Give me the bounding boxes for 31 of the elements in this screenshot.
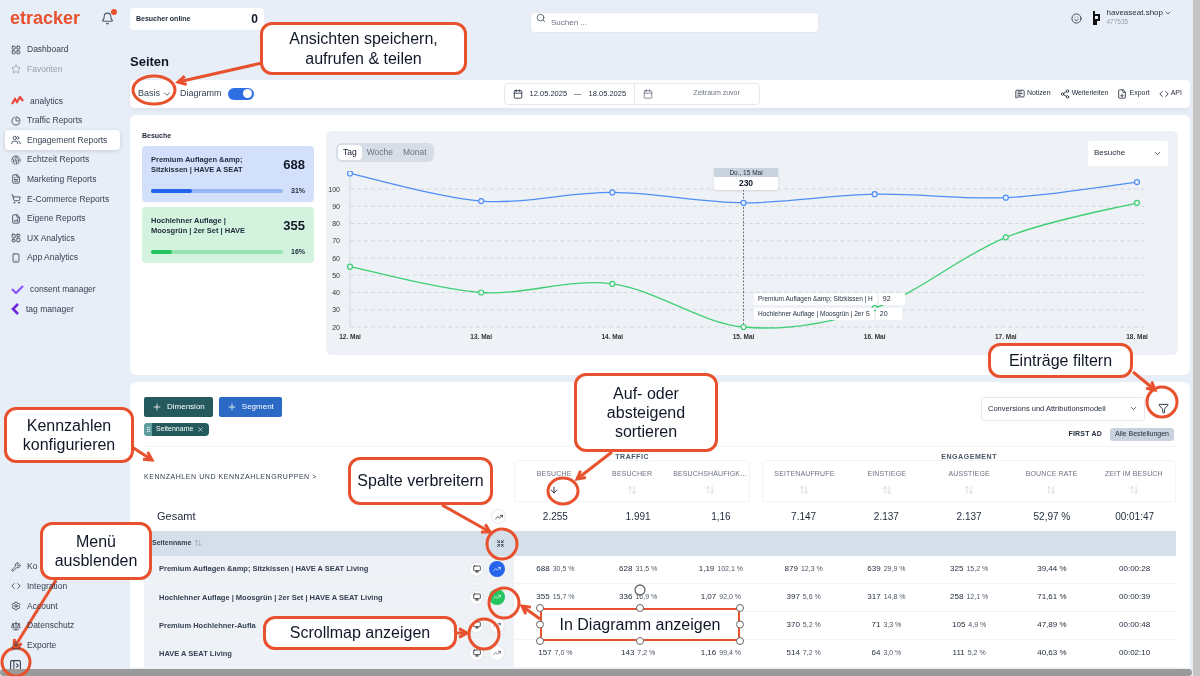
- callout: Auf- oder absteigend sortieren: [574, 373, 718, 452]
- callout: Kennzahlen konfigurieren: [4, 407, 134, 463]
- tooltip-total: 230: [738, 176, 754, 190]
- callout: Menü ausblenden: [40, 522, 152, 580]
- total-cell-text: 1,16: [710, 510, 732, 525]
- diagram-label: Diagramm: [180, 86, 222, 100]
- table-cell-text: 00:02:10: [1118, 647, 1152, 660]
- callout: In Diagramm anzeigen: [540, 608, 740, 641]
- table-cell-text: 40,63 %: [1036, 647, 1068, 660]
- summary-card-value: 355: [283, 217, 305, 235]
- total-cell-text: 52,97 %: [1032, 510, 1072, 525]
- total-cell-text: 00:01:47: [1114, 510, 1156, 525]
- table-cell-text: 00:00:39: [1118, 591, 1152, 604]
- total-cell-text: 7.147: [790, 510, 818, 525]
- callout: Scrollmap anzeigen: [263, 616, 457, 650]
- table-cell-text: 71,61 %: [1036, 591, 1068, 604]
- callout: Einträge filtern: [988, 343, 1133, 378]
- table-cell-text: 00:00:48: [1118, 619, 1152, 632]
- total-cell-text: 2.255: [541, 510, 569, 525]
- summary-card-value: 688: [283, 156, 305, 174]
- callout: Spalte verbreitern: [348, 457, 493, 505]
- callout: Ansichten speichern, aufrufen & teilen: [260, 22, 467, 75]
- table-cell-text: 47,89 %: [1036, 619, 1068, 632]
- total-cell-text: 1.991: [624, 510, 652, 525]
- visitors-count: 0: [251, 11, 258, 28]
- page-title: Seiten: [130, 53, 169, 71]
- total-label: Gesamt: [157, 509, 196, 525]
- table-cell-text: 39,44 %: [1036, 563, 1068, 576]
- total-cell-text: 2.137: [872, 510, 900, 525]
- table-cell-text: 00:00:28: [1118, 563, 1152, 576]
- total-cell-text: 2.137: [955, 510, 983, 525]
